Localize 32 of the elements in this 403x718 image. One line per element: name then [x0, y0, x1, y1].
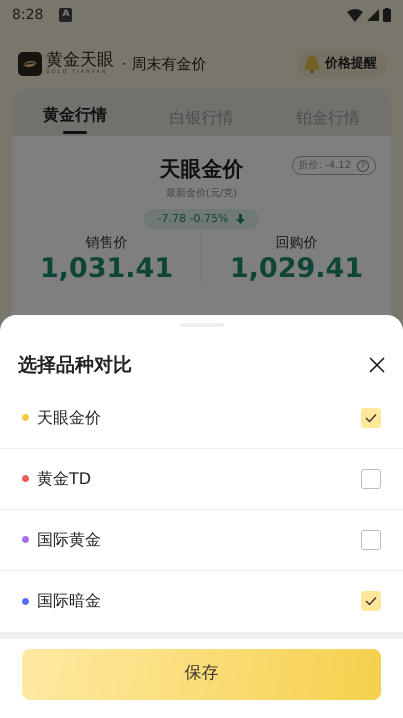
- series-label: 国际黄金: [37, 528, 101, 550]
- market-tab[interactable]: 黄金行情: [12, 88, 138, 136]
- price-alert-button[interactable]: 价格提醒: [297, 50, 387, 78]
- price-label: 回购价: [276, 234, 318, 253]
- price-title: 天眼金价: [160, 157, 244, 181]
- battery-icon: [383, 8, 391, 22]
- down-arrow-icon: [236, 214, 246, 224]
- wifi-icon: [347, 8, 363, 22]
- price-subtitle: 最新金价(元/克): [166, 186, 238, 200]
- series-label: 国际暗金: [37, 590, 101, 612]
- save-button[interactable]: 保存: [22, 648, 381, 700]
- series-label: 黄金TD: [37, 468, 92, 490]
- brand-name: 黄金天眼: [46, 52, 114, 69]
- price-change-badge: -7.78 -0.75%: [144, 208, 260, 229]
- discount-badge: 折价: -4.12 ?: [292, 156, 376, 175]
- status-time: 8:28: [12, 6, 44, 24]
- logo-icon: [18, 52, 42, 76]
- sheet-title: 选择品种对比: [18, 353, 132, 378]
- price-value: 1,029.41: [230, 254, 364, 284]
- close-icon[interactable]: [369, 357, 385, 374]
- checkbox[interactable]: [361, 468, 381, 488]
- check-icon: [365, 412, 377, 422]
- signal-icon: [367, 9, 379, 21]
- price-value: 1,031.41: [40, 254, 174, 284]
- series-label: 天眼金价: [37, 406, 101, 428]
- price-label: 销售价: [86, 234, 128, 253]
- help-icon[interactable]: ?: [357, 160, 369, 172]
- bell-icon: [303, 54, 321, 74]
- slogan: · 周末有金价: [122, 54, 207, 75]
- checkbox[interactable]: [361, 530, 381, 550]
- notification-icon: A: [59, 8, 72, 22]
- check-icon: [365, 596, 377, 606]
